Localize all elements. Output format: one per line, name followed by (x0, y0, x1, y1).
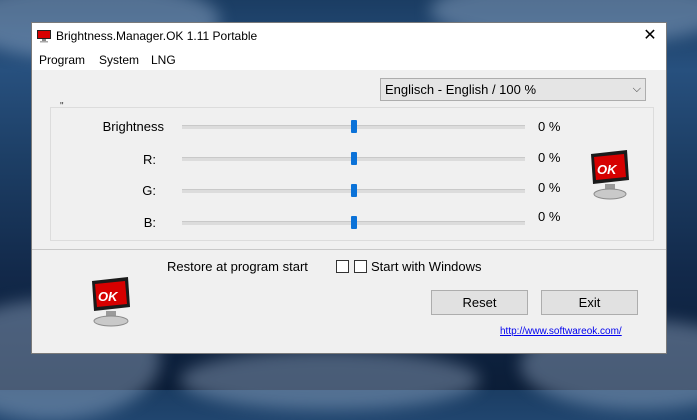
chevron-down-icon: ⌵ (632, 83, 641, 95)
restore-checkbox[interactable] (336, 260, 349, 273)
green-slider-track[interactable] (182, 184, 525, 197)
blue-label: B: (143, 215, 156, 230)
green-label: G: (142, 183, 156, 198)
ok-logo-large-text: OK (98, 289, 119, 304)
brightness-value: 0 % (538, 119, 561, 134)
exit-button[interactable]: Exit (541, 290, 638, 315)
menu-program[interactable]: Program (39, 53, 85, 67)
start-with-windows-label: Start with Windows (371, 259, 482, 274)
brightness-slider-thumb[interactable] (350, 120, 357, 133)
ok-logo-icon: OK (591, 150, 629, 200)
brightness-slider-track[interactable] (182, 120, 525, 133)
language-select[interactable]: Englisch - English / 100 % ⌵ (380, 78, 646, 101)
language-select-value: Englisch - English / 100 % (385, 82, 537, 97)
red-label: R: (143, 152, 156, 167)
reset-button[interactable]: Reset (431, 290, 528, 315)
green-value: 0 % (538, 180, 561, 195)
close-icon: ✕ (643, 27, 657, 44)
blue-slider-track[interactable] (182, 216, 525, 229)
app-monitor-icon (37, 30, 51, 43)
blue-slider-thumb[interactable] (350, 216, 357, 229)
title-bar[interactable]: Brightness.Manager.OK 1.11 Portable ✕ (32, 23, 666, 50)
app-window: Brightness.Manager.OK 1.11 Portable ✕ Pr… (31, 22, 667, 354)
blue-value: 0 % (538, 209, 561, 224)
separator (32, 249, 666, 250)
ok-logo-text: OK (597, 162, 618, 177)
start-with-windows-checkbox[interactable] (354, 260, 367, 273)
red-slider-track[interactable] (182, 152, 525, 165)
window-title: Brightness.Manager.OK 1.11 Portable (56, 29, 258, 43)
green-slider-thumb[interactable] (350, 184, 357, 197)
brightness-label: Brightness (102, 119, 164, 134)
close-button[interactable]: ✕ (634, 23, 666, 50)
red-slider-thumb[interactable] (350, 152, 357, 165)
menu-bar: Program System LNG (32, 50, 666, 70)
ok-logo-large-icon: OK (92, 277, 130, 327)
menu-lng[interactable]: LNG (151, 53, 176, 67)
restore-label: Restore at program start (167, 259, 308, 274)
website-link[interactable]: http://www.softwareok.com/ (500, 326, 622, 337)
menu-system[interactable]: System (99, 53, 139, 67)
red-value: 0 % (538, 150, 561, 165)
